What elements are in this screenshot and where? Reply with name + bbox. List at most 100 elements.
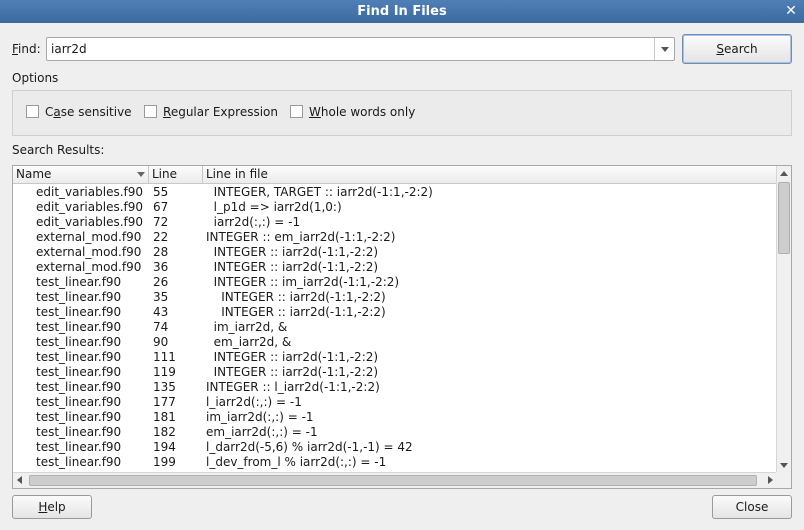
scroll-right-icon[interactable] xyxy=(763,473,777,488)
result-line-text: INTEGER :: iarr2d(-1:1,-2:2) xyxy=(206,365,379,379)
table-row[interactable]: test_linear.f90 194 l_darr2d(-5,6) % iarr2… xyxy=(13,440,777,455)
scroll-left-icon[interactable] xyxy=(13,473,27,488)
table-row[interactable]: test_linear.f90 35 INTEGER :: iarr2d(-1:1… xyxy=(13,290,777,305)
table-row[interactable]: external_mod.f90 28 INTEGER :: iarr2d(-1:… xyxy=(13,245,777,260)
result-file-name: test_linear.f90 xyxy=(36,290,122,304)
horizontal-scrollbar[interactable] xyxy=(13,472,777,488)
result-file-name: test_linear.f90 xyxy=(36,350,122,364)
table-row[interactable]: test_linear.f90 182 em_iarr2d(:,:) = -1 xyxy=(13,425,777,440)
result-file-name: test_linear.f90 xyxy=(36,395,122,409)
search-results-label: Search Results: xyxy=(12,143,105,157)
result-line-number: 111 xyxy=(153,350,176,364)
search-results-table[interactable]: Name Line Line in file edit_variables.f9… xyxy=(12,165,792,489)
result-line-number: 67 xyxy=(153,200,169,214)
options-label: Options xyxy=(12,71,59,85)
vertical-scrollbar[interactable] xyxy=(776,166,791,472)
result-line-text: em_iarr2d(:,:) = -1 xyxy=(206,425,318,439)
results-rows: edit_variables.f90 55 INTEGER, TARGET :: … xyxy=(13,185,777,472)
table-row[interactable]: test_linear.f90 199 l_dev_from_l % iarr2d(… xyxy=(13,455,777,470)
table-row[interactable]: test_linear.f90 74 im_iarr2d, & xyxy=(13,320,777,335)
result-line-number: 43 xyxy=(153,305,169,319)
table-row[interactable]: test_linear.f90 26 INTEGER :: im_iarr2d(-… xyxy=(13,275,777,290)
column-header-name[interactable]: Name xyxy=(13,166,149,184)
table-header: Name Line Line in file xyxy=(13,166,777,184)
find-label: Find: xyxy=(12,42,41,56)
result-line-number: 177 xyxy=(153,395,176,409)
result-file-name: test_linear.f90 xyxy=(36,365,122,379)
result-line-number: 28 xyxy=(153,245,169,259)
result-line-text: INTEGER :: iarr2d(-1:1,-2:2) xyxy=(206,245,379,259)
result-line-text: INTEGER :: iarr2d(-1:1,-2:2) xyxy=(206,290,386,304)
result-file-name: external_mod.f90 xyxy=(36,230,142,244)
result-line-text: INTEGER, TARGET :: iarr2d(-1:1,-2:2) xyxy=(206,185,433,199)
result-line-number: 199 xyxy=(153,455,176,469)
scroll-down-icon[interactable] xyxy=(777,458,791,472)
table-row[interactable]: test_linear.f90 43 INTEGER :: iarr2d(-1:1… xyxy=(13,305,777,320)
search-button[interactable]: Search xyxy=(682,34,792,64)
result-line-number: 182 xyxy=(153,425,176,439)
table-row[interactable]: edit_variables.f90 67 l_p1d => iarr2d(1,0… xyxy=(13,200,777,215)
table-row[interactable]: test_linear.f90 135 INTEGER :: l_iarr2d(-1… xyxy=(13,380,777,395)
result-line-text: em_iarr2d, & xyxy=(206,335,292,349)
result-line-number: 36 xyxy=(153,260,169,274)
scroll-up-icon[interactable] xyxy=(777,166,791,180)
result-line-text: l_darr2d(-5,6) % iarr2d(-1,-1) = 42 xyxy=(206,440,413,454)
result-line-number: 90 xyxy=(153,335,169,349)
result-file-name: test_linear.f90 xyxy=(36,305,122,319)
result-line-number: 26 xyxy=(153,275,169,289)
help-button[interactable]: Help xyxy=(12,495,92,519)
column-header-line-in-file[interactable]: Line in file xyxy=(203,166,777,184)
table-row[interactable]: test_linear.f90 181 im_iarr2d(:,:) = -1 xyxy=(13,410,777,425)
result-line-text: l_iarr2d(:,:) = -1 xyxy=(206,395,302,409)
chevron-down-icon[interactable] xyxy=(654,38,674,60)
table-row[interactable]: test_linear.f90 111 INTEGER :: iarr2d(-1:… xyxy=(13,350,777,365)
result-line-text: l_dev_from_l % iarr2d(:,:) = -1 xyxy=(206,455,387,469)
result-line-number: 22 xyxy=(153,230,169,244)
result-line-text: l_p1d => iarr2d(1,0:) xyxy=(206,200,342,214)
result-line-text: INTEGER :: iarr2d(-1:1,-2:2) xyxy=(206,350,379,364)
result-file-name: test_linear.f90 xyxy=(36,455,122,469)
find-combobox[interactable] xyxy=(46,37,675,61)
result-line-number: 72 xyxy=(153,215,169,229)
result-line-number: 35 xyxy=(153,290,169,304)
result-line-text: iarr2d(:,:) = -1 xyxy=(206,215,301,229)
sort-arrow-icon xyxy=(137,172,145,177)
result-file-name: test_linear.f90 xyxy=(36,320,122,334)
result-file-name: edit_variables.f90 xyxy=(36,200,144,214)
column-header-line[interactable]: Line xyxy=(149,166,203,184)
result-line-text: INTEGER :: im_iarr2d(-1:1,-2:2) xyxy=(206,275,400,289)
result-line-number: 135 xyxy=(153,380,176,394)
result-line-text: INTEGER :: iarr2d(-1:1,-2:2) xyxy=(206,305,386,319)
result-file-name: edit_variables.f90 xyxy=(36,215,144,229)
result-line-number: 74 xyxy=(153,320,169,334)
table-row[interactable]: external_mod.f90 22 INTEGER :: em_iarr2d(-… xyxy=(13,230,777,245)
result-line-text: INTEGER :: l_iarr2d(-1:1,-2:2) xyxy=(206,380,380,394)
title-bar: Find In Files ✕ xyxy=(0,0,804,23)
result-line-text: INTEGER :: em_iarr2d(-1:1,-2:2) xyxy=(206,230,396,244)
scroll-thumb[interactable] xyxy=(778,182,790,254)
table-row[interactable]: external_mod.f90 36 INTEGER :: iarr2d(-1:… xyxy=(13,260,777,275)
window-title: Find In Files xyxy=(357,4,447,19)
checkbox-box[interactable] xyxy=(290,105,303,118)
table-row[interactable]: edit_variables.f90 55 INTEGER, TARGET :: … xyxy=(13,185,777,200)
result-line-text: INTEGER :: iarr2d(-1:1,-2:2) xyxy=(206,260,379,274)
close-button[interactable]: Close xyxy=(712,495,792,519)
result-line-number: 194 xyxy=(153,440,176,454)
result-line-text: im_iarr2d(:,:) = -1 xyxy=(206,410,314,424)
result-file-name: test_linear.f90 xyxy=(36,425,122,439)
table-row[interactable]: test_linear.f90 119 INTEGER :: iarr2d(-1:… xyxy=(13,365,777,380)
checkbox-box[interactable] xyxy=(26,105,39,118)
checkbox-box[interactable] xyxy=(144,105,157,118)
scroll-corner xyxy=(776,472,791,488)
result-file-name: test_linear.f90 xyxy=(36,440,122,454)
result-file-name: edit_variables.f90 xyxy=(36,185,144,199)
table-row[interactable]: test_linear.f90 90 em_iarr2d, & xyxy=(13,335,777,350)
result-line-number: 55 xyxy=(153,185,169,199)
scroll-thumb[interactable] xyxy=(29,475,757,486)
table-row[interactable]: test_linear.f90 177 l_iarr2d(:,:) = -1 xyxy=(13,395,777,410)
table-row[interactable]: edit_variables.f90 72 iarr2d(:,:) = -1 xyxy=(13,215,777,230)
result-file-name: test_linear.f90 xyxy=(36,410,122,424)
result-file-name: test_linear.f90 xyxy=(36,380,122,394)
find-input[interactable] xyxy=(47,38,653,60)
window-close-icon[interactable]: ✕ xyxy=(782,0,800,23)
